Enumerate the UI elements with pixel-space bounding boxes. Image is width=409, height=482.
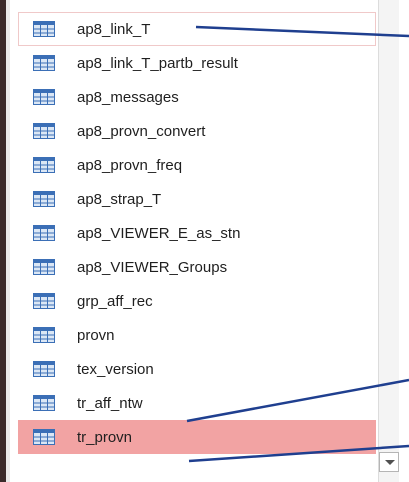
- table-list-item[interactable]: ap8_link_T: [18, 12, 376, 46]
- table-name: tr_aff_ntw: [77, 394, 143, 412]
- table-icon: [33, 429, 55, 445]
- table-icon: [33, 361, 55, 377]
- scroll-down-button[interactable]: [379, 452, 399, 472]
- table-icon: [33, 191, 55, 207]
- table-icon: [33, 225, 55, 241]
- table-name: tex_version: [77, 360, 154, 378]
- table-icon: [33, 89, 55, 105]
- table-list-item[interactable]: provn: [18, 318, 376, 352]
- pane-left-border: [0, 0, 10, 482]
- table-icon: [33, 55, 55, 71]
- table-list-item[interactable]: tr_aff_ntw: [18, 386, 376, 420]
- table-list-item[interactable]: ap8_provn_convert: [18, 114, 376, 148]
- table-list-item[interactable]: ap8_VIEWER_Groups: [18, 250, 376, 284]
- table-name: ap8_link_T: [77, 20, 151, 38]
- table-list-item[interactable]: ap8_VIEWER_E_as_stn: [18, 216, 376, 250]
- table-list-item[interactable]: ap8_messages: [18, 80, 376, 114]
- table-list-item[interactable]: grp_aff_rec: [18, 284, 376, 318]
- table-icon: [33, 293, 55, 309]
- table-icon: [33, 123, 55, 139]
- table-name: grp_aff_rec: [77, 292, 153, 310]
- table-name: ap8_VIEWER_Groups: [77, 258, 228, 276]
- table-list-item[interactable]: ap8_strap_T: [18, 182, 376, 216]
- table-name: tr_provn: [77, 428, 133, 446]
- table-list-item[interactable]: ap8_link_T_partb_result: [18, 46, 376, 80]
- table-icon: [33, 21, 55, 37]
- table-name: ap8_strap_T: [77, 190, 162, 208]
- table-list: ap8_link_T ap8_link_T_partb_result ap8_m…: [18, 12, 376, 454]
- table-name: ap8_messages: [77, 88, 179, 106]
- table-icon: [33, 395, 55, 411]
- navigation-pane: ap8_link_T ap8_link_T_partb_result ap8_m…: [0, 0, 409, 482]
- table-list-item[interactable]: tr_provn: [18, 420, 376, 454]
- vertical-scrollbar[interactable]: [378, 0, 399, 482]
- pane-right-edge: [399, 0, 409, 482]
- table-list-item[interactable]: ap8_provn_freq: [18, 148, 376, 182]
- table-icon: [33, 259, 55, 275]
- table-list-item[interactable]: tex_version: [18, 352, 376, 386]
- table-name: ap8_provn_freq: [77, 156, 183, 174]
- table-name: ap8_VIEWER_E_as_stn: [77, 224, 241, 242]
- table-name: provn: [77, 326, 115, 344]
- table-icon: [33, 157, 55, 173]
- table-name: ap8_provn_convert: [77, 122, 206, 140]
- table-name: ap8_link_T_partb_result: [77, 54, 238, 72]
- table-icon: [33, 327, 55, 343]
